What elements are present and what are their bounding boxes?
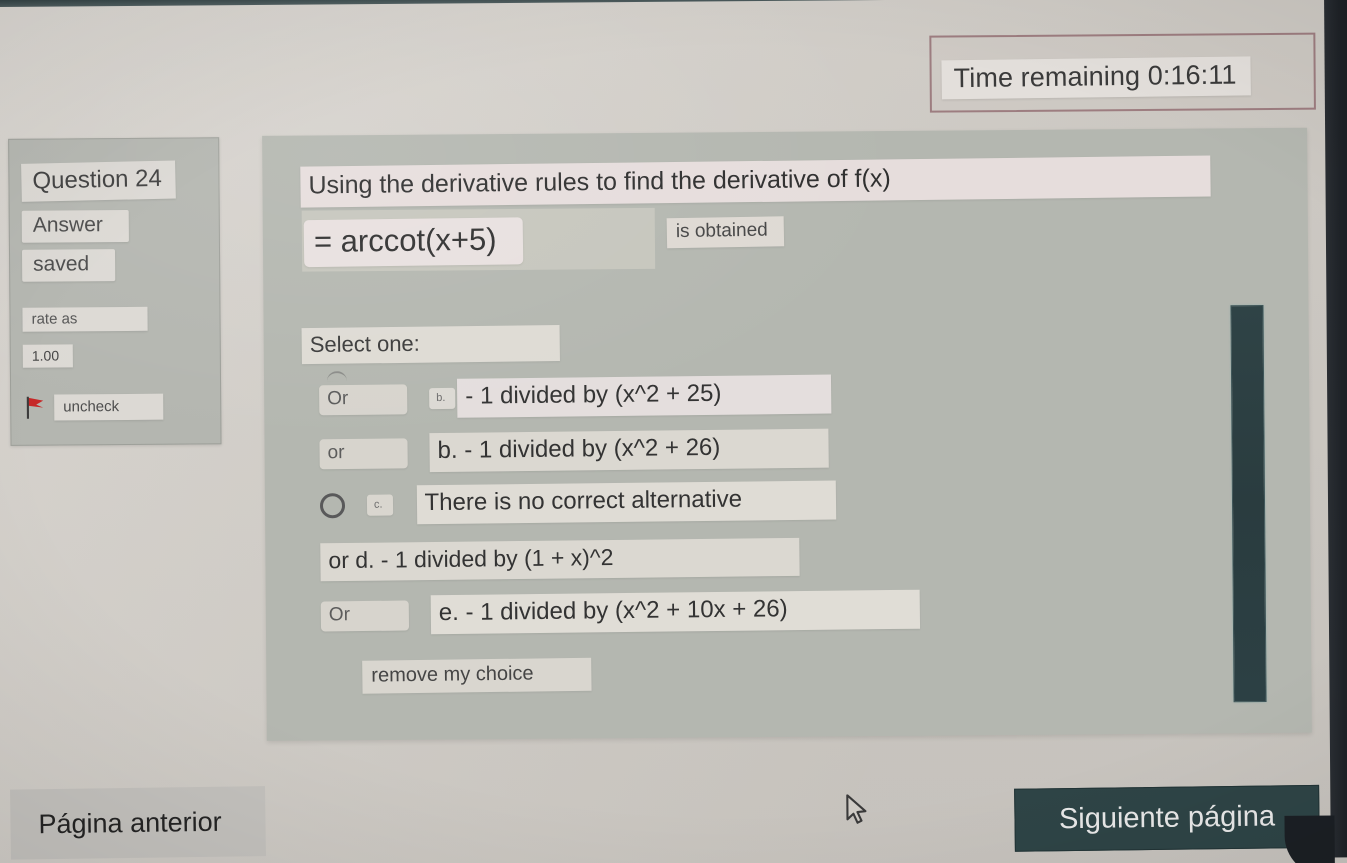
screen-surface: Time remaining 0:16:11 Question 24 Answe… <box>0 0 1347 863</box>
answer-saved-label: saved <box>21 249 116 282</box>
option-a-letter: b. <box>429 387 456 410</box>
option-c-letter: c. <box>366 494 393 516</box>
scrollbar-thumb[interactable] <box>1230 305 1267 703</box>
option-e-radio[interactable]: Or <box>320 599 410 631</box>
option-c-text[interactable]: There is no correct alternative <box>416 480 836 525</box>
next-page-button[interactable]: Siguiente página <box>1014 784 1320 852</box>
option-a-text[interactable]: - 1 divided by (x^2 + 25) <box>457 374 832 418</box>
red-flag-icon <box>24 396 46 420</box>
option-a-radio[interactable]: Or <box>319 383 408 415</box>
option-c-radio-button[interactable] <box>319 493 346 519</box>
option-b-radio[interactable]: or <box>319 437 408 469</box>
flag-question-row[interactable]: uncheck <box>24 393 164 421</box>
option-d-text[interactable]: or d. - 1 divided by (1 + x)^2 <box>320 537 800 582</box>
time-remaining-label: Time remaining 0:16:11 <box>941 56 1251 100</box>
remove-my-choice-button[interactable]: remove my choice <box>362 657 592 694</box>
answer-status-label: Answer <box>21 209 129 243</box>
option-row-c[interactable]: c. There is no correct alternative <box>319 480 836 526</box>
option-row-a[interactable]: Or b. - 1 divided by (x^2 + 25) <box>319 371 832 420</box>
question-info-panel: Question 24 Answer saved rate as 1.00 un… <box>8 137 222 446</box>
previous-page-button[interactable]: Página anterior <box>10 786 266 860</box>
mouse-cursor-icon <box>845 794 871 833</box>
mark-value-label: 1.00 <box>22 344 74 368</box>
rate-as-label: rate as <box>22 306 148 332</box>
option-row-b[interactable]: or b. - 1 divided by (x^2 + 26) <box>319 428 829 474</box>
monitor-bezel-top <box>0 0 911 8</box>
monitor-corner <box>1284 815 1335 863</box>
is-obtained-label: is obtained <box>666 216 785 249</box>
uncheck-flag-label[interactable]: uncheck <box>54 393 164 421</box>
question-formula: = arccot(x+5) <box>303 217 523 268</box>
question-number-label: Question 24 <box>21 160 177 202</box>
option-row-d[interactable]: or d. - 1 divided by (1 + x)^2 <box>320 537 800 582</box>
option-e-text[interactable]: e. - 1 divided by (x^2 + 10x + 26) <box>430 589 921 635</box>
monitor-bezel-right <box>1323 0 1347 858</box>
screenshot-root: Time remaining 0:16:11 Question 24 Answe… <box>0 0 1347 863</box>
option-row-e[interactable]: Or e. - 1 divided by (x^2 + 10x + 26) <box>320 589 921 636</box>
option-b-text[interactable]: b. - 1 divided by (x^2 + 26) <box>429 428 829 473</box>
select-one-label: Select one: <box>301 325 561 365</box>
